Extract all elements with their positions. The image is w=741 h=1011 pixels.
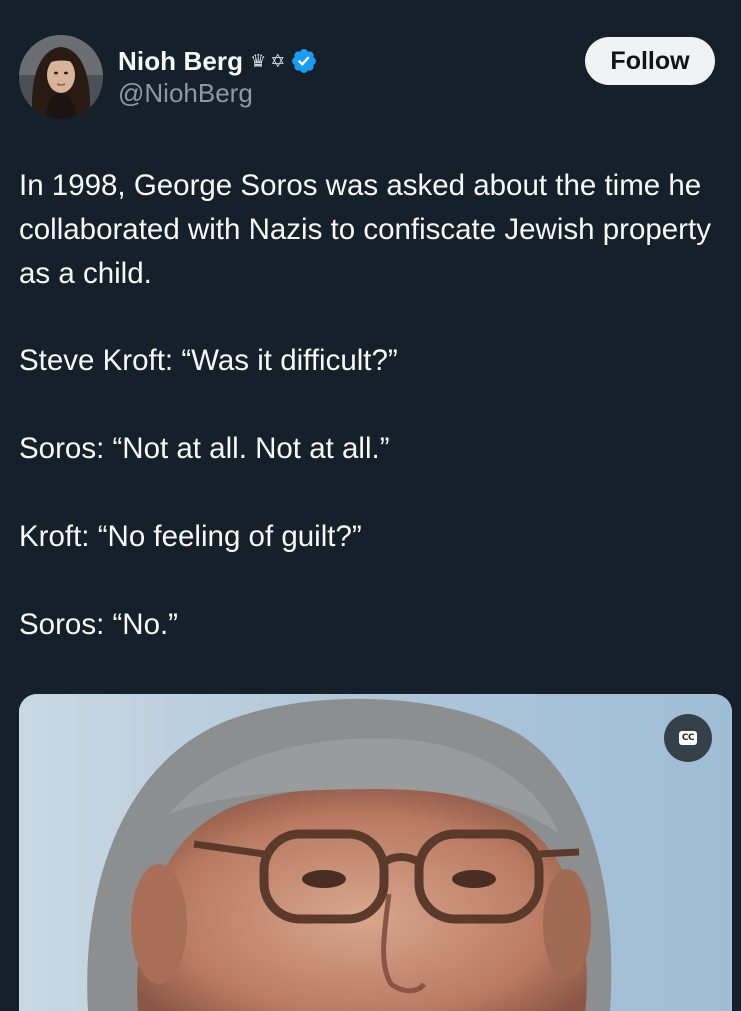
tweet-paragraph: Kroft: “No feeling of guilt?” [19, 520, 362, 553]
author-name-row: Nioh Berg ♛ ✡ [118, 44, 318, 78]
closed-captions-icon: CC [679, 731, 697, 745]
crown-emoji: ♛ [250, 50, 267, 72]
video-player[interactable] [19, 694, 732, 1011]
follow-button[interactable]: Follow [585, 37, 715, 85]
author-handle[interactable]: @NiohBerg [118, 78, 253, 109]
avatar[interactable] [19, 35, 103, 119]
tweet-paragraph: Soros: “No.” [19, 608, 179, 641]
closed-captions-button[interactable]: CC [664, 714, 712, 762]
star-of-david-emoji: ✡ [270, 50, 286, 72]
tweet-paragraph: Steve Kroft: “Was it difficult?” [19, 344, 398, 377]
tweet-paragraph: Soros: “Not at all. Not at all.” [19, 432, 390, 465]
tweet: Nioh Berg ♛ ✡ @NiohBerg Follow In 1998, … [0, 0, 741, 1011]
display-name[interactable]: Nioh Berg [118, 46, 243, 77]
tweet-paragraph: In 1998, George Soros was asked about th… [19, 169, 711, 290]
verified-badge-icon [290, 47, 318, 75]
